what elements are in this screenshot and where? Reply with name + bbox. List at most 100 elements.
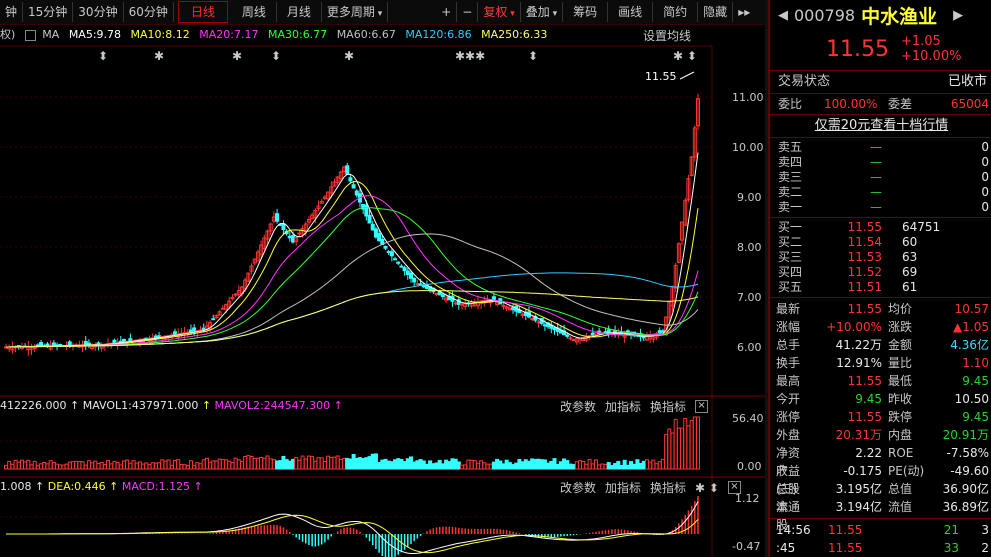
stats-row: 总手 41.22万 金额 4.36亿 (770, 336, 991, 354)
expand-arrows-icon[interactable]: ▸▸ (733, 2, 755, 22)
period-tab-60min[interactable]: 60分钟 (124, 2, 174, 22)
sell-vol: 0 (981, 200, 989, 214)
vol-edit-params-button[interactable]: 改参数 (560, 398, 596, 415)
weibi-row: 委比 100.00% 委差 65004 (770, 96, 991, 112)
candle-body (364, 204, 369, 217)
volume-bar (402, 461, 407, 470)
macd-add-indicator-button[interactable]: 加指标 (605, 479, 641, 496)
volume-bar (686, 425, 691, 470)
volume-bar (568, 463, 573, 470)
kline-chart[interactable]: 11.00 10.00 9.00 8.00 7.00 6.00 11.55 ⬍ ✱… (0, 24, 765, 557)
stat-label: 最低 (888, 374, 913, 388)
period-tab-monthly[interactable]: 月线 (277, 2, 322, 22)
sell-label: 卖四 (778, 155, 803, 169)
volume-bar (421, 460, 426, 470)
macd-value: MACD:1.125 (121, 480, 191, 493)
volume-bar (300, 455, 305, 470)
volume-bar (10, 463, 15, 470)
period-tab-15min[interactable]: 15分钟 (23, 2, 74, 22)
macd-edit-params-button[interactable]: 改参数 (560, 479, 596, 496)
event-markers[interactable]: ⬍ ✱ ✱ ⬍ ✱ ✱✱✱ ⬍ ✱ ⬍ (98, 49, 697, 63)
draw-line-button[interactable]: 画线 (608, 2, 654, 22)
volume-bars[interactable] (4, 416, 700, 470)
period-tab-weekly[interactable]: 周线 (232, 2, 277, 22)
candle-body (112, 339, 117, 344)
volume-bar (361, 458, 366, 470)
buy-row-2[interactable]: 买二 11.54 60 (770, 235, 991, 250)
buy-row-1[interactable]: 买一 11.55 64751 (770, 220, 991, 235)
period-tab-min[interactable]: 钟 (0, 2, 24, 22)
price-block: 11.55 +1.05 +10.00% (770, 30, 991, 68)
buy-vol: 69 (902, 265, 918, 279)
volume-bar (533, 458, 538, 470)
volume-bar (644, 459, 649, 470)
volume-bar (498, 460, 503, 470)
volume-bar (128, 462, 133, 470)
sell-price: — (870, 155, 882, 169)
volume-bar (227, 460, 232, 470)
candle-body (383, 245, 388, 249)
period-tab-daily[interactable]: 日线 (177, 1, 228, 23)
volume-bar (514, 462, 519, 470)
volume-bar (351, 453, 356, 470)
buy-price: 11.54 (847, 235, 882, 249)
sell-price: — (870, 170, 882, 184)
macd-marker-icon[interactable]: ✱ ⬍ (695, 481, 719, 495)
zoom-in-button[interactable]: + (436, 2, 458, 22)
svg-text:⬍: ⬍ (528, 49, 538, 63)
volume-bar (466, 459, 471, 470)
volume-bar (195, 462, 200, 470)
volume-bar (593, 459, 598, 470)
volume-bar (45, 463, 50, 470)
volume-bar (153, 462, 158, 470)
volume-bar (26, 459, 31, 470)
candle-body (275, 213, 280, 222)
buy-row-5[interactable]: 买五 11.51 61 (770, 280, 991, 295)
vol-close-icon[interactable]: × (695, 400, 709, 413)
volume-bar (338, 458, 343, 470)
zoom-out-button[interactable]: − (457, 2, 479, 22)
candle-body (542, 324, 547, 327)
hide-button[interactable]: 隐藏 (698, 2, 734, 22)
fuquan-dropdown[interactable]: 复权 (478, 2, 521, 22)
price-axis-label: 7.00 (737, 291, 762, 304)
volume-bar (271, 459, 276, 470)
tick-vol: 33 (943, 541, 959, 555)
volume-bar (201, 459, 206, 470)
candle-body (408, 272, 413, 279)
candle-body (405, 270, 410, 275)
volume-bar (542, 459, 547, 470)
volume-bar (259, 456, 264, 470)
next-stock-icon[interactable]: ▶ (953, 8, 963, 23)
mavol1-value: MAVOL1:437971.000 (82, 399, 199, 412)
vol-change-indicator-button[interactable]: 换指标 (650, 398, 686, 415)
chips-button[interactable]: 筹码 (563, 2, 609, 22)
svg-text:✱✱✱: ✱✱✱ (455, 49, 485, 63)
volume-bar (590, 463, 595, 470)
vol-add-indicator-button[interactable]: 加指标 (605, 398, 641, 415)
volume-bar (217, 458, 222, 470)
more-periods-dropdown[interactable]: 更多周期 (322, 2, 389, 22)
buy-row-3[interactable]: 买三 11.53 63 (770, 250, 991, 265)
candlesticks[interactable] (4, 93, 700, 356)
buy-vol: 60 (902, 235, 918, 249)
volume-bar (692, 416, 697, 470)
candle-body (530, 318, 535, 321)
volume-bar (185, 464, 190, 470)
macd-histogram[interactable] (6, 495, 699, 557)
overlay-dropdown[interactable]: 叠加 (521, 2, 564, 22)
buy-row-4[interactable]: 买四 11.52 69 (770, 265, 991, 280)
simple-mode-button[interactable]: 简约 (653, 2, 699, 22)
level10-link[interactable]: 仅需20元查看十档行情 (770, 117, 991, 135)
volume-bar (141, 463, 146, 470)
volume-bar (597, 464, 602, 470)
macd-close-icon[interactable]: × (727, 481, 741, 494)
sell-orders: 卖五 — 0 卖四 — 0 卖三 — 0 卖二 — 0 卖一 — 0 (770, 140, 991, 215)
volume-bar (55, 463, 60, 470)
macd-change-indicator-button[interactable]: 换指标 (650, 479, 686, 496)
prev-stock-icon[interactable]: ◀ (778, 8, 788, 23)
candle-body (565, 334, 570, 337)
period-tab-30min[interactable]: 30分钟 (73, 2, 124, 22)
volume-bar (64, 463, 69, 470)
tick-list[interactable]: 14:56 11.55 21 3 :45 11.55 33 2 (770, 521, 991, 557)
